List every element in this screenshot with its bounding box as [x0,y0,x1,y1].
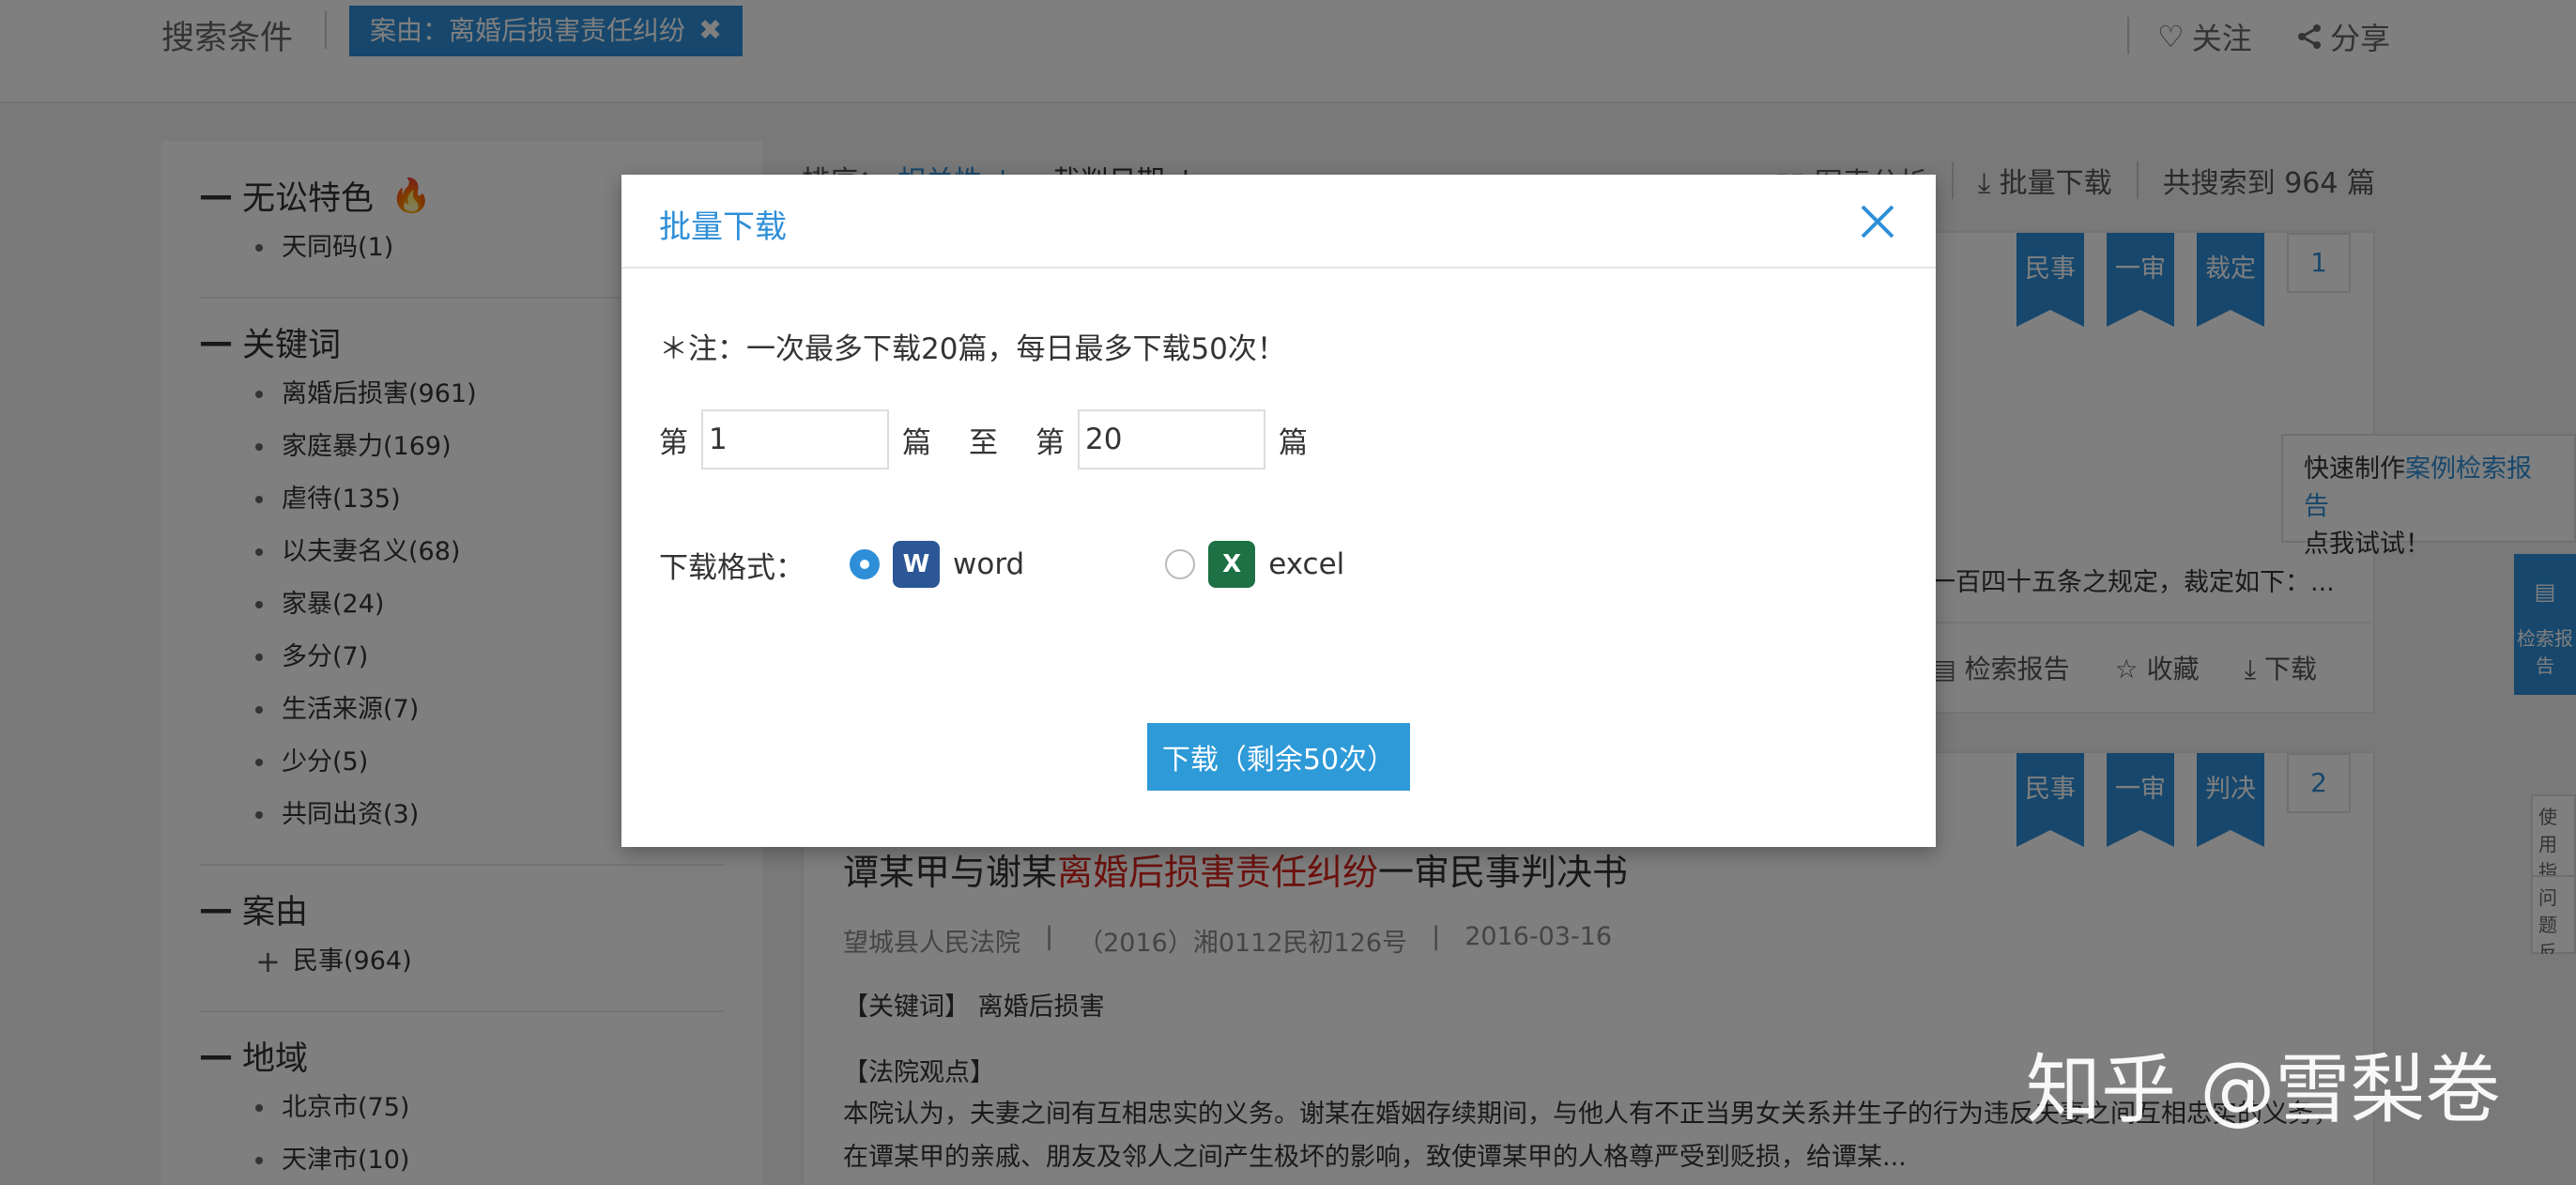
close-icon[interactable] [1857,201,1898,242]
format-option-word[interactable]: W word [850,541,1024,588]
radio-excel[interactable] [1165,549,1196,579]
excel-icon: X [1208,541,1256,588]
format-row: 下载格式： W word X excel [659,541,1344,588]
radio-word[interactable] [850,549,880,579]
range-to-input[interactable] [1078,409,1265,469]
batch-download-modal: 批量下载 ＊注：一次最多下载20篇，每日最多下载50次！ 第 篇 至 第 篇 下… [621,175,1936,847]
format-label: 下载格式： [659,550,805,585]
modal-title: 批量下载 [659,208,787,246]
range-from-input[interactable] [701,409,889,469]
watermark: 知乎 @雪梨卷 [2026,1046,2501,1133]
format-option-excel[interactable]: X excel [1165,541,1344,588]
word-icon: W [893,541,940,588]
modal-header: 批量下载 [621,175,1936,269]
download-note: ＊注：一次最多下载20篇，每日最多下载50次！ [659,332,1286,366]
range-row: 第 篇 至 第 篇 [659,409,1308,469]
download-submit-button[interactable]: 下载（剩余50次） [1147,723,1410,791]
